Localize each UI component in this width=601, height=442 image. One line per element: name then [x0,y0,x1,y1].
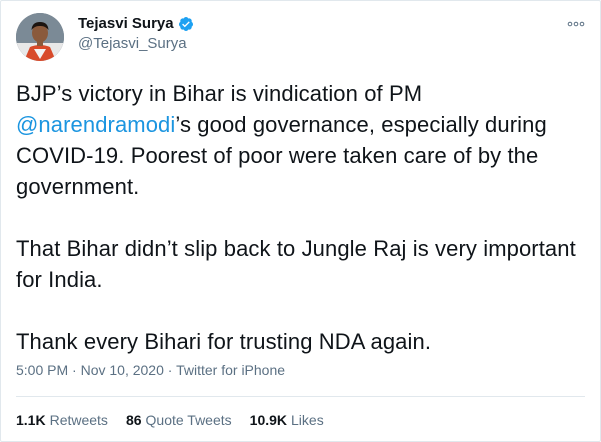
profile-photo [16,13,64,61]
retweets-count: 1.1K [16,412,46,428]
mention-link[interactable]: @narendramodi [16,112,175,137]
tweet-meta: 5:00 PM · Nov 10, 2020 · Twitter for iPh… [16,362,285,378]
quotes-label: Quote Tweets [145,412,232,428]
tweet-time[interactable]: 5:00 PM [16,362,68,378]
tweet-body: BJP’s victory in Bihar is vindication of… [16,78,581,357]
tweet-date[interactable]: Nov 10, 2020 [81,362,164,378]
quote-tweets-stat[interactable]: 86 Quote Tweets [126,412,232,428]
retweets-stat[interactable]: 1.1K Retweets [16,412,108,428]
likes-label: Likes [291,412,324,428]
author-name-row: Tejasvi Surya [78,15,194,32]
likes-stat[interactable]: 10.9K Likes [250,412,324,428]
verified-badge-icon [178,16,193,31]
more-dots-icon[interactable] [566,15,586,29]
likes-count: 10.9K [249,412,288,428]
tweet-paragraph-1: BJP’s victory in Bihar is vindication of… [16,78,581,202]
author-display-name[interactable]: Tejasvi Surya [78,15,174,32]
meta-separator: · [163,362,177,378]
author-handle[interactable]: @Tejasvi_Surya [78,35,187,52]
meta-separator: · [68,362,81,378]
tweet-card: Tejasvi Surya @Tejasvi_Surya BJP’s victo… [0,0,601,442]
tweet-source[interactable]: Twitter for iPhone [176,362,285,378]
tweet-paragraph-2: That Bihar didn’t slip back to Jungle Ra… [16,236,576,292]
author-avatar[interactable] [16,13,64,61]
tweet-stats: 1.1K Retweets 86 Quote Tweets 10.9K Likes [16,412,324,428]
tweet-text-segment: BJP’s victory in Bihar is vindication of… [16,81,423,106]
tweet-paragraph-3: Thank every Bihari for trusting NDA agai… [16,329,432,354]
quotes-count: 86 [125,412,142,428]
retweets-label: Retweets [49,412,108,428]
divider [16,396,585,397]
